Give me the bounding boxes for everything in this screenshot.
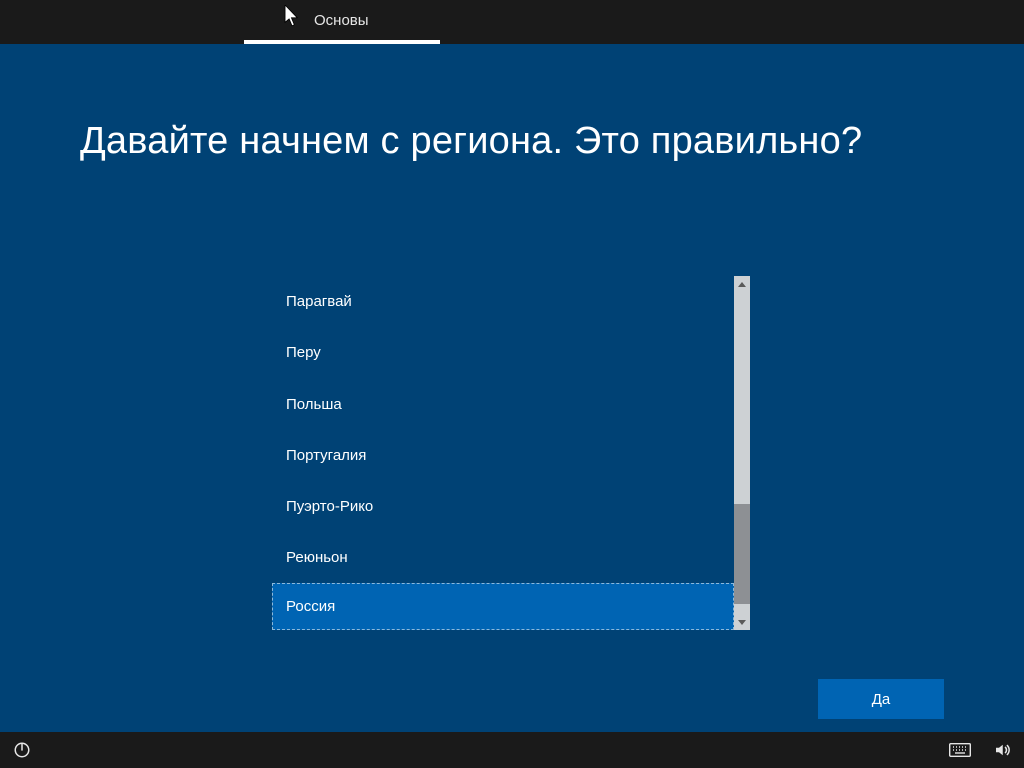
list-item-label: Польша [286, 396, 342, 413]
scroll-up-button[interactable] [734, 276, 750, 292]
page-title: Давайте начнем с региона. Это правильно? [80, 120, 862, 163]
list-item[interactable]: Парагвай [272, 276, 734, 327]
volume-icon[interactable] [990, 738, 1014, 762]
list-item[interactable]: Реюньон [272, 532, 734, 583]
list-item[interactable]: Пуэрто-Рико [272, 481, 734, 532]
keyboard-icon[interactable] [948, 738, 972, 762]
scroll-thumb[interactable] [734, 504, 750, 604]
scrollbar[interactable] [734, 276, 750, 630]
taskbar-left [10, 738, 34, 762]
yes-button[interactable]: Да [818, 679, 944, 719]
header-bar: Основы [0, 0, 1024, 44]
list-item-label: Пуэрто-Рико [286, 498, 373, 515]
chevron-down-icon [738, 620, 746, 625]
tab-basics[interactable]: Основы [314, 12, 369, 29]
taskbar-right [948, 738, 1014, 762]
list-item[interactable]: Перу [272, 327, 734, 378]
list-item-label: Перу [286, 344, 321, 361]
list-item-label: Португалия [286, 447, 366, 464]
list-item-label: Россия [286, 598, 335, 615]
list-item-selected[interactable]: Россия [272, 583, 734, 630]
taskbar [0, 732, 1024, 768]
chevron-up-icon [738, 282, 746, 287]
list-item-label: Реюньон [286, 549, 348, 566]
cursor-icon [284, 5, 300, 27]
scroll-down-button[interactable] [734, 614, 750, 630]
region-list-items: Парагвай Перу Польша Португалия Пуэрто-Р… [272, 276, 734, 630]
list-item[interactable]: Польша [272, 378, 734, 429]
list-item[interactable]: Португалия [272, 430, 734, 481]
list-item-label: Парагвай [286, 293, 352, 310]
power-icon[interactable] [10, 738, 34, 762]
tab-underline [244, 40, 440, 44]
region-list: Парагвай Перу Польша Португалия Пуэрто-Р… [272, 276, 750, 630]
